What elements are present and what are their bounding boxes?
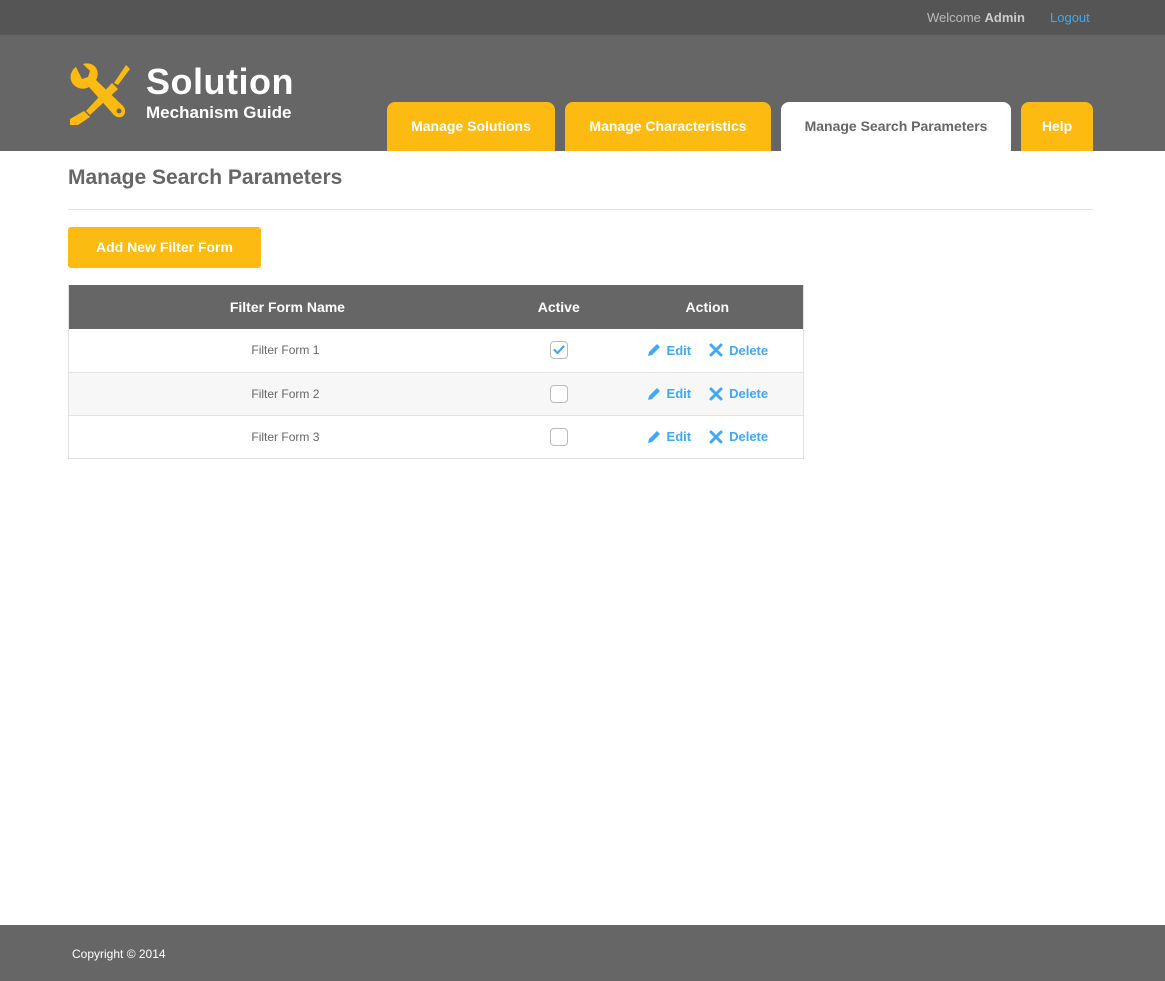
filter-form-name: Filter Form 1 (68, 329, 506, 373)
divider (68, 209, 1093, 210)
column-header-action: Action (611, 285, 804, 329)
copyright-text: Copyright © 2014 (72, 947, 166, 961)
active-checkbox[interactable] (549, 427, 568, 446)
pencil-icon (647, 344, 660, 357)
delete-button[interactable]: Delete (709, 343, 768, 358)
tools-icon (70, 63, 130, 125)
table-row: Filter Form 3 Edit Delete (68, 415, 804, 459)
delete-button[interactable]: Delete (709, 386, 768, 401)
edit-button[interactable]: Edit (647, 386, 692, 402)
filter-form-name: Filter Form 2 (68, 372, 506, 416)
tab-help[interactable]: Help (1021, 102, 1093, 151)
logo-subtitle: Mechanism Guide (146, 103, 292, 122)
delete-label: Delete (729, 342, 769, 358)
close-icon (709, 430, 723, 444)
close-icon (709, 387, 723, 401)
action-cell: Edit Delete (611, 415, 804, 459)
logo-title: Solution (146, 61, 294, 102)
pencil-icon (647, 430, 660, 443)
edit-label: Edit (666, 429, 692, 445)
edit-label: Edit (666, 386, 692, 402)
delete-label: Delete (729, 429, 769, 445)
top-bar: Welcome Admin Logout (0, 0, 1165, 35)
tab-manage-solutions[interactable]: Manage Solutions (387, 102, 555, 151)
active-checkbox[interactable] (549, 384, 568, 403)
logout-link[interactable]: Logout (1050, 10, 1090, 25)
filter-forms-table: Filter Form Name Active Action Filter Fo… (68, 285, 804, 459)
edit-button[interactable]: Edit (647, 429, 692, 445)
action-cell: Edit Delete (611, 329, 804, 373)
page-title: Manage Search Parameters (68, 166, 343, 189)
header: Solution Mechanism Guide Manage Solution… (0, 35, 1165, 151)
delete-button[interactable]: Delete (709, 429, 768, 444)
table-header-row: Filter Form Name Active Action (68, 285, 804, 329)
edit-button[interactable]: Edit (647, 342, 692, 358)
logo[interactable]: Solution Mechanism Guide (68, 61, 308, 127)
tab-manage-characteristics[interactable]: Manage Characteristics (565, 102, 771, 151)
table-row: Filter Form 2 Edit Delete (68, 372, 804, 416)
edit-label: Edit (666, 342, 692, 358)
column-header-active: Active (505, 285, 612, 329)
filter-form-name: Filter Form 3 (68, 415, 506, 459)
active-checkbox[interactable] (549, 341, 568, 360)
user-name: Admin (984, 10, 1025, 25)
welcome-text: Welcome Admin (927, 10, 1025, 25)
delete-label: Delete (729, 386, 769, 402)
active-cell (505, 329, 612, 373)
active-cell (505, 415, 612, 459)
tab-manage-search-parameters[interactable]: Manage Search Parameters (781, 102, 1011, 151)
welcome-prefix: Welcome (926, 10, 981, 25)
close-icon (709, 343, 723, 357)
column-header-name: Filter Form Name (68, 285, 506, 329)
check-icon (553, 345, 565, 355)
pencil-icon (647, 387, 660, 400)
add-new-filter-form-button[interactable]: Add New Filter Form (68, 227, 261, 268)
footer: Copyright © 2014 (0, 925, 1165, 981)
action-cell: Edit Delete (611, 372, 804, 416)
active-cell (505, 372, 612, 416)
table-row: Filter Form 1 Edit Delete (68, 329, 804, 373)
